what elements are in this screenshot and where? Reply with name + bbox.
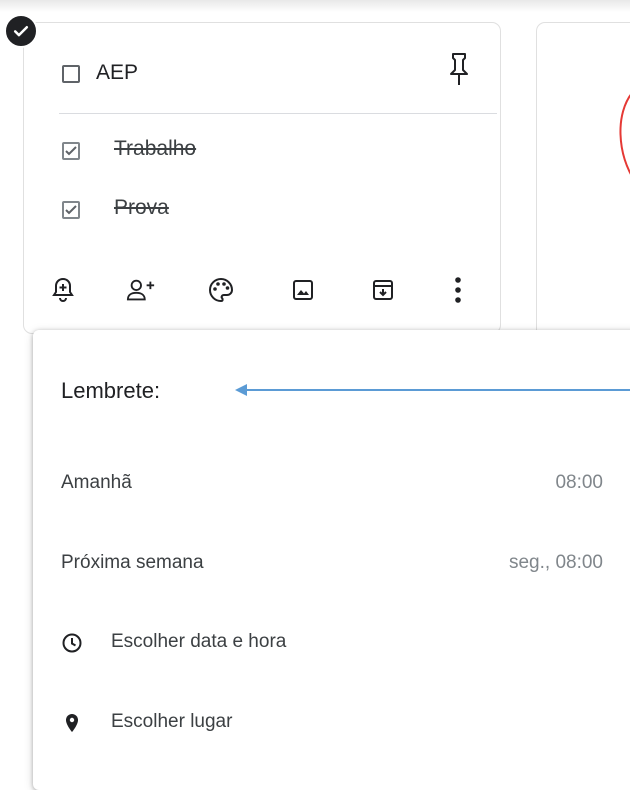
pin-icon[interactable] xyxy=(447,52,471,91)
adjacent-note-card[interactable] xyxy=(536,22,630,342)
top-edge xyxy=(0,0,630,12)
palette-icon[interactable] xyxy=(206,275,236,305)
reminder-option-next-week[interactable]: Próxima semana seg., 08:00 xyxy=(33,544,630,584)
remind-me-icon[interactable] xyxy=(48,275,78,305)
list-item-done: Trabalho xyxy=(114,137,197,160)
note-card[interactable]: AEP Trabalho Prova xyxy=(23,22,501,334)
reminder-option-tomorrow[interactable]: Amanhã 08:00 xyxy=(33,464,630,504)
reminder-menu-title: Lembrete: xyxy=(61,378,161,403)
image-icon[interactable] xyxy=(288,275,318,305)
option-time: seg., 08:00 xyxy=(508,552,603,573)
more-icon[interactable] xyxy=(443,275,473,305)
option-label: Amanhã xyxy=(61,472,132,493)
annotation-arrow-icon xyxy=(235,384,630,396)
title-checkbox[interactable] xyxy=(62,65,80,83)
collaborator-icon[interactable] xyxy=(126,275,156,305)
item-checkbox-checked[interactable] xyxy=(62,142,80,160)
option-time: 08:00 xyxy=(555,472,603,493)
note-toolbar xyxy=(38,275,478,315)
location-pin-icon xyxy=(61,712,83,734)
clock-icon xyxy=(61,632,83,654)
note-title: AEP xyxy=(96,61,139,84)
divider xyxy=(59,113,497,114)
option-label: Escolher lugar xyxy=(111,711,233,732)
option-label: Escolher data e hora xyxy=(111,631,287,652)
reminder-menu: Lembrete: Amanhã 08:00 Próxima semana se… xyxy=(33,330,630,790)
reminder-option-pick-date-time[interactable]: Escolher data e hora xyxy=(33,623,630,663)
select-note-checkmark-icon[interactable] xyxy=(4,14,38,48)
archive-icon[interactable] xyxy=(368,275,398,305)
option-label: Próxima semana xyxy=(61,552,204,573)
red-drawing-icon xyxy=(619,94,630,175)
reminder-option-pick-place[interactable]: Escolher lugar xyxy=(33,703,630,743)
item-checkbox-checked[interactable] xyxy=(62,201,80,219)
list-item-done: Prova xyxy=(114,196,169,219)
